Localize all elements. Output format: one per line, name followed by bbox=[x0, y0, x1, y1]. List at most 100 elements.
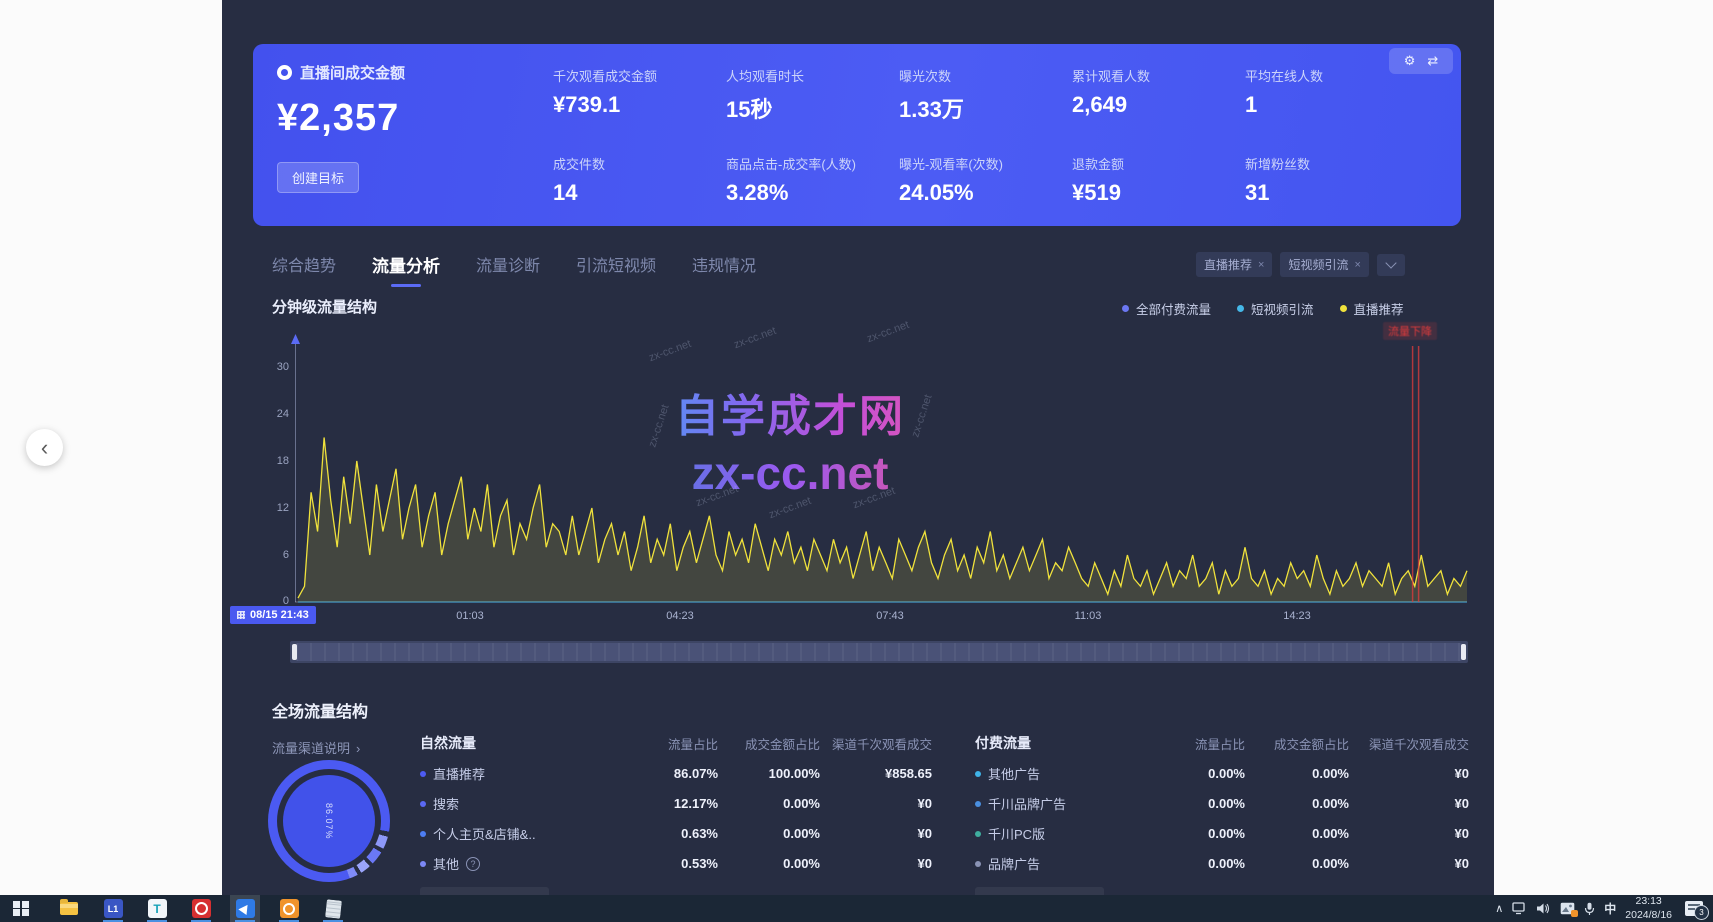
column-header: 成交金额占比 bbox=[718, 734, 820, 753]
metric-card: 曝光-观看率(次数)24.05% bbox=[899, 154, 1072, 206]
metric-card: 曝光次数1.33万 bbox=[899, 66, 1072, 124]
screen: ‹ ⚙ ⇄ 直播间成交金额 ¥2,357 创建目标 千次观看成交金额¥739.1… bbox=[0, 0, 1713, 922]
legend-item-live-recommend[interactable]: 直播推荐 bbox=[1340, 299, 1404, 318]
back-button[interactable]: ‹ bbox=[26, 429, 63, 466]
clock-date: 2024/8/16 bbox=[1625, 909, 1672, 921]
table-row[interactable]: 千川PC版 bbox=[975, 824, 1147, 843]
network-icon[interactable] bbox=[1512, 902, 1527, 915]
notification-icon[interactable]: 3 bbox=[1685, 901, 1703, 916]
metric-card: 商品点击-成交率(人数)3.28% bbox=[726, 154, 899, 206]
orange-app-icon bbox=[280, 899, 299, 918]
channel-info-link[interactable]: 流量渠道说明 bbox=[272, 738, 360, 757]
ime-indicator[interactable]: 中 bbox=[1604, 900, 1616, 917]
donut-core: 86.07% bbox=[283, 775, 375, 867]
x-axis-tick: 14:23 bbox=[1267, 610, 1327, 622]
legend-item-short-video[interactable]: 短视频引流 bbox=[1237, 299, 1314, 318]
table-row[interactable]: 品牌广告 bbox=[975, 854, 1147, 873]
y-axis-tick: 18 bbox=[255, 455, 289, 467]
y-axis-tick: 30 bbox=[255, 361, 289, 373]
speaker-icon[interactable] bbox=[1536, 902, 1551, 915]
tab-short-video[interactable]: 引流短视频 bbox=[576, 252, 656, 287]
primary-metric-label: 直播间成交金额 bbox=[300, 62, 405, 83]
filter-chip-live-recommend[interactable]: 直播推荐 × bbox=[1196, 252, 1272, 277]
microphone-icon[interactable] bbox=[1584, 902, 1595, 916]
tab-traffic-diagnosis[interactable]: 流量诊断 bbox=[476, 252, 540, 287]
taskbar-app-notepad[interactable] bbox=[318, 895, 348, 922]
swap-icon[interactable]: ⇄ bbox=[1427, 53, 1438, 69]
create-goal-button[interactable]: 创建目标 bbox=[277, 162, 359, 193]
table-row[interactable]: 直播推荐 bbox=[420, 764, 618, 783]
tab-overview-trend[interactable]: 综合趋势 bbox=[272, 252, 336, 287]
chip-close-icon[interactable]: × bbox=[1258, 259, 1264, 271]
datazoom-handle-right[interactable] bbox=[1461, 644, 1466, 660]
kpi-banner: ⚙ ⇄ 直播间成交金额 ¥2,357 创建目标 千次观看成交金额¥739.1 人… bbox=[253, 44, 1461, 226]
filter-chip-short-video[interactable]: 短视频引流 × bbox=[1280, 252, 1368, 277]
row-dot bbox=[420, 801, 426, 807]
start-button[interactable] bbox=[6, 895, 36, 922]
chart-legend: 全部付费流量 短视频引流 直播推荐 bbox=[1122, 299, 1404, 318]
x-axis-tick: 11:03 bbox=[1058, 610, 1118, 622]
folder-icon bbox=[60, 902, 78, 915]
table-row[interactable]: 其他广告 bbox=[975, 764, 1147, 783]
metric-card: 退款金额¥519 bbox=[1072, 154, 1245, 206]
legend-item-paid[interactable]: 全部付费流量 bbox=[1122, 299, 1211, 318]
traffic-donut-chart[interactable]: 86.07% bbox=[268, 760, 390, 882]
paid-traffic-table: 付费流量 流量占比 成交金额占比 渠道千次观看成交 其他广告 0.00% 0.0… bbox=[975, 733, 1469, 914]
row-dot bbox=[420, 861, 426, 867]
table-row[interactable]: 个人主页&店铺&.. bbox=[420, 824, 618, 843]
chip-close-icon[interactable]: × bbox=[1354, 259, 1360, 271]
taskbar-app-l1[interactable]: L1 bbox=[98, 895, 128, 922]
primary-metric: 直播间成交金额 ¥2,357 创建目标 bbox=[277, 62, 527, 193]
windows-logo-icon bbox=[13, 901, 29, 917]
table-header: 付费流量 bbox=[975, 733, 1147, 753]
system-tray: ∧ 中 23:13 2024/8/16 3 bbox=[1495, 895, 1709, 922]
taskbar-file-explorer[interactable] bbox=[54, 895, 84, 922]
x-axis-tick: 07:43 bbox=[860, 610, 920, 622]
row-dot bbox=[975, 801, 981, 807]
target-icon bbox=[277, 65, 292, 80]
grid-icon bbox=[237, 611, 245, 619]
t-app-icon: T bbox=[148, 899, 167, 918]
taskbar-app-browser-active[interactable] bbox=[230, 895, 260, 922]
datazoom-track[interactable] bbox=[296, 643, 1462, 661]
tab-traffic-analysis[interactable]: 流量分析 bbox=[372, 252, 440, 287]
natural-traffic-table: 自然流量 流量占比 成交金额占比 渠道千次观看成交 直播推荐 86.07% 10… bbox=[420, 733, 932, 914]
filter-chips: 直播推荐 × 短视频引流 × bbox=[1196, 252, 1405, 277]
x-axis-start-label[interactable]: 08/15 21:43 bbox=[230, 606, 316, 624]
column-header: 渠道千次观看成交 bbox=[820, 734, 932, 753]
ring-app-icon bbox=[192, 899, 211, 918]
clock-time: 23:13 bbox=[1636, 895, 1662, 907]
primary-metric-value: ¥2,357 bbox=[277, 97, 527, 140]
tab-violations[interactable]: 违规情况 bbox=[692, 252, 756, 287]
taskbar-app-orange[interactable] bbox=[274, 895, 304, 922]
metric-card: 人均观看时长15秒 bbox=[726, 66, 899, 124]
table-row[interactable]: 搜索 bbox=[420, 794, 618, 813]
metric-card: 千次观看成交金额¥739.1 bbox=[553, 66, 726, 124]
row-dot bbox=[975, 771, 981, 777]
table-row[interactable]: 其他? bbox=[420, 854, 618, 873]
clock[interactable]: 23:13 2024/8/16 bbox=[1625, 895, 1672, 921]
column-header: 渠道千次观看成交 bbox=[1349, 734, 1469, 753]
info-icon[interactable]: ? bbox=[466, 857, 480, 871]
taskbar: L1 T bbox=[0, 895, 1713, 922]
row-dot bbox=[975, 861, 981, 867]
notepad-icon bbox=[325, 899, 342, 918]
tray-expand-icon[interactable]: ∧ bbox=[1495, 902, 1503, 915]
y-axis-tick: 6 bbox=[255, 549, 289, 561]
badge bbox=[1571, 910, 1578, 917]
row-dot bbox=[975, 831, 981, 837]
column-header: 流量占比 bbox=[1147, 734, 1245, 753]
flow-chart-svg[interactable] bbox=[295, 330, 1470, 606]
x-axis-tick: 04:23 bbox=[650, 610, 710, 622]
table-header: 自然流量 bbox=[420, 733, 618, 753]
chevron-down-icon[interactable] bbox=[1377, 254, 1405, 276]
legend-dot bbox=[1237, 305, 1244, 312]
image-tool-icon[interactable] bbox=[1560, 902, 1575, 915]
taskbar-app-t[interactable]: T bbox=[142, 895, 172, 922]
y-axis-tick: 24 bbox=[255, 408, 289, 420]
tab-bar: 综合趋势 流量分析 流量诊断 引流短视频 违规情况 bbox=[272, 252, 756, 287]
datazoom-slider[interactable] bbox=[290, 641, 1468, 663]
taskbar-app-o[interactable] bbox=[186, 895, 216, 922]
datazoom-handle-left[interactable] bbox=[292, 644, 297, 660]
table-row[interactable]: 千川品牌广告 bbox=[975, 794, 1147, 813]
